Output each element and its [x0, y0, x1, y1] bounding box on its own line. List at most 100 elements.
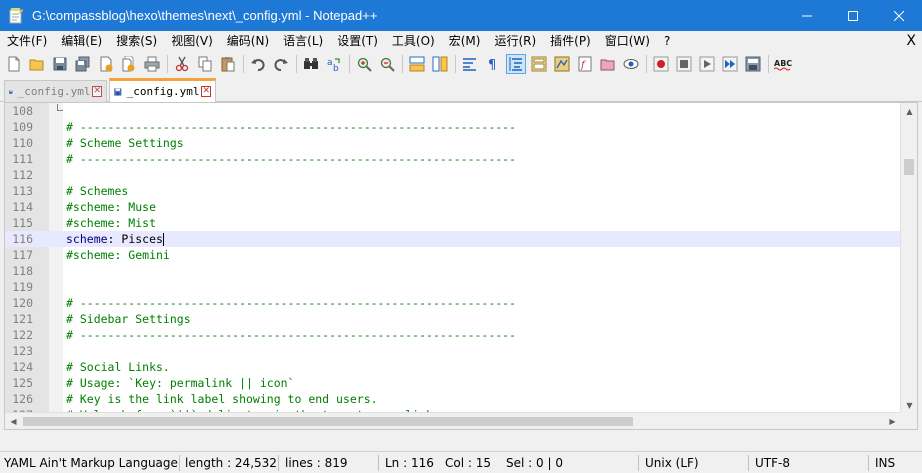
- maximize-button[interactable]: [830, 0, 876, 31]
- new-file-button[interactable]: [4, 54, 24, 74]
- menu-view[interactable]: 视图(V): [164, 31, 220, 51]
- code-line[interactable]: 119: [5, 279, 901, 295]
- code-line[interactable]: 112: [5, 167, 901, 183]
- code-line[interactable]: 111 # -----------------------------------…: [5, 151, 901, 167]
- menu-edit[interactable]: 编辑(E): [54, 31, 109, 51]
- code-line[interactable]: 123: [5, 343, 901, 359]
- tab-close-icon[interactable]: ✕: [92, 86, 102, 97]
- sync-vertical-button[interactable]: [407, 54, 427, 74]
- menu-encoding[interactable]: 编码(N): [220, 31, 276, 51]
- open-file-button[interactable]: [27, 54, 47, 74]
- window-title: G:\compassblog\hexo\themes\next\_config.…: [32, 8, 378, 23]
- code-area[interactable]: 108 109 # --------------------------------…: [5, 103, 917, 429]
- horizontal-scroll-thumb[interactable]: [23, 417, 633, 426]
- code-line[interactable]: 114 #scheme: Muse: [5, 199, 901, 215]
- code-line[interactable]: 117 #scheme: Gemini: [5, 247, 901, 263]
- menu-window[interactable]: 窗口(W): [598, 31, 657, 51]
- toolbar-separator: [768, 54, 769, 73]
- tab-config-active[interactable]: _config.yml ✕: [109, 78, 216, 102]
- code-line[interactable]: 113 # Schemes: [5, 183, 901, 199]
- code-line[interactable]: 110 # Scheme Settings: [5, 135, 901, 151]
- function-list-button[interactable]: f: [575, 54, 595, 74]
- line-number: 112: [12, 168, 33, 182]
- save-macro-button[interactable]: [743, 54, 763, 74]
- indent-guide-button[interactable]: [506, 53, 526, 74]
- menu-macro[interactable]: 宏(M): [442, 31, 488, 51]
- copy-button[interactable]: [195, 54, 215, 74]
- zoom-out-button[interactable]: [377, 54, 397, 74]
- undo-button[interactable]: [248, 54, 268, 74]
- tab-label: _config.yml: [17, 85, 91, 98]
- code-line[interactable]: 108: [5, 103, 901, 119]
- find-button[interactable]: [301, 54, 321, 74]
- code-line[interactable]: 124 # Social Links.: [5, 359, 901, 375]
- monitoring-button[interactable]: [621, 54, 641, 74]
- scroll-up-icon[interactable]: ▲: [901, 103, 917, 120]
- vertical-scrollbar[interactable]: ▲ ▼: [900, 103, 917, 414]
- close-document-button[interactable]: X: [906, 31, 916, 51]
- close-all-icon: [122, 55, 135, 71]
- horizontal-scrollbar[interactable]: ◀ ▶: [5, 412, 901, 429]
- menu-help[interactable]: ?: [657, 31, 677, 51]
- menu-file[interactable]: 文件(F): [0, 31, 54, 51]
- notepad-icon[interactable]: [8, 7, 24, 24]
- folder-workspace-icon: [600, 59, 615, 70]
- scroll-left-icon[interactable]: ◀: [5, 413, 22, 429]
- cut-button[interactable]: [172, 54, 192, 74]
- code-line[interactable]: 122 # -----------------------------------…: [5, 327, 901, 343]
- tab-config-inactive[interactable]: _config.yml ✕: [4, 80, 107, 102]
- paste-icon: [221, 56, 235, 71]
- close-button[interactable]: [876, 0, 922, 31]
- tab-close-icon[interactable]: ✕: [201, 86, 211, 97]
- paste-button[interactable]: [218, 54, 238, 74]
- code-line[interactable]: 126 # Key is the link label showing to en…: [5, 391, 901, 407]
- vertical-scroll-thumb[interactable]: [904, 159, 914, 175]
- udl-button[interactable]: [529, 54, 549, 74]
- zoom-in-button[interactable]: [354, 54, 374, 74]
- editor[interactable]: 108 109 # --------------------------------…: [4, 102, 918, 430]
- code-line[interactable]: 118: [5, 263, 901, 279]
- save-button[interactable]: [50, 54, 70, 74]
- folder-workspace-button[interactable]: [598, 54, 618, 74]
- menu-search[interactable]: 搜索(S): [109, 31, 164, 51]
- play-macro-button[interactable]: [697, 54, 717, 74]
- menu-tools[interactable]: 工具(O): [385, 31, 442, 51]
- menu-run[interactable]: 运行(R): [487, 31, 543, 51]
- sync-horizontal-button[interactable]: [430, 54, 450, 74]
- run-macro-multiple-button[interactable]: [720, 54, 740, 74]
- close-icon: [894, 10, 904, 21]
- redo-button[interactable]: [271, 54, 291, 74]
- code-line[interactable]: 120 # -----------------------------------…: [5, 295, 901, 311]
- word-wrap-icon: [463, 57, 476, 71]
- line-text: #scheme: Gemini: [66, 248, 170, 262]
- record-macro-button[interactable]: [651, 54, 671, 74]
- word-wrap-button[interactable]: [460, 54, 480, 74]
- print-button[interactable]: [142, 54, 162, 74]
- save-all-button[interactable]: [73, 54, 93, 74]
- stop-macro-button[interactable]: [674, 54, 694, 74]
- code-line[interactable]: 115 #scheme: Mist: [5, 215, 901, 231]
- code-line[interactable]: 109 # -----------------------------------…: [5, 119, 901, 135]
- minimize-button[interactable]: [784, 0, 830, 31]
- code-line[interactable]: 121 # Sidebar Settings: [5, 311, 901, 327]
- scroll-right-icon[interactable]: ▶: [884, 413, 901, 429]
- line-number: 118: [12, 264, 33, 278]
- code-line[interactable]: 125 # Usage: `Key: permalink || icon`: [5, 375, 901, 391]
- menu-plugins[interactable]: 插件(P): [543, 31, 598, 51]
- show-all-chars-button[interactable]: ¶: [483, 54, 503, 74]
- code-line[interactable]: 116 scheme: Pisces: [5, 231, 901, 247]
- close-file-button[interactable]: [96, 54, 116, 74]
- menu-language[interactable]: 语言(L): [276, 31, 330, 51]
- close-all-button[interactable]: [119, 54, 139, 74]
- doc-map-button[interactable]: [552, 54, 572, 74]
- menu-settings[interactable]: 设置(T): [330, 31, 385, 51]
- function-list-icon: f: [578, 56, 592, 71]
- line-number: 109: [12, 120, 33, 134]
- zoom-in-icon: [357, 57, 372, 72]
- stop-macro-icon: [676, 56, 692, 71]
- spell-check-button[interactable]: ABC: [773, 54, 793, 74]
- line-text: # --------------------------------------…: [66, 152, 517, 166]
- line-text: # Scheme Settings: [66, 136, 184, 150]
- replace-button[interactable]: ab: [324, 54, 344, 74]
- print-icon: [144, 56, 160, 71]
